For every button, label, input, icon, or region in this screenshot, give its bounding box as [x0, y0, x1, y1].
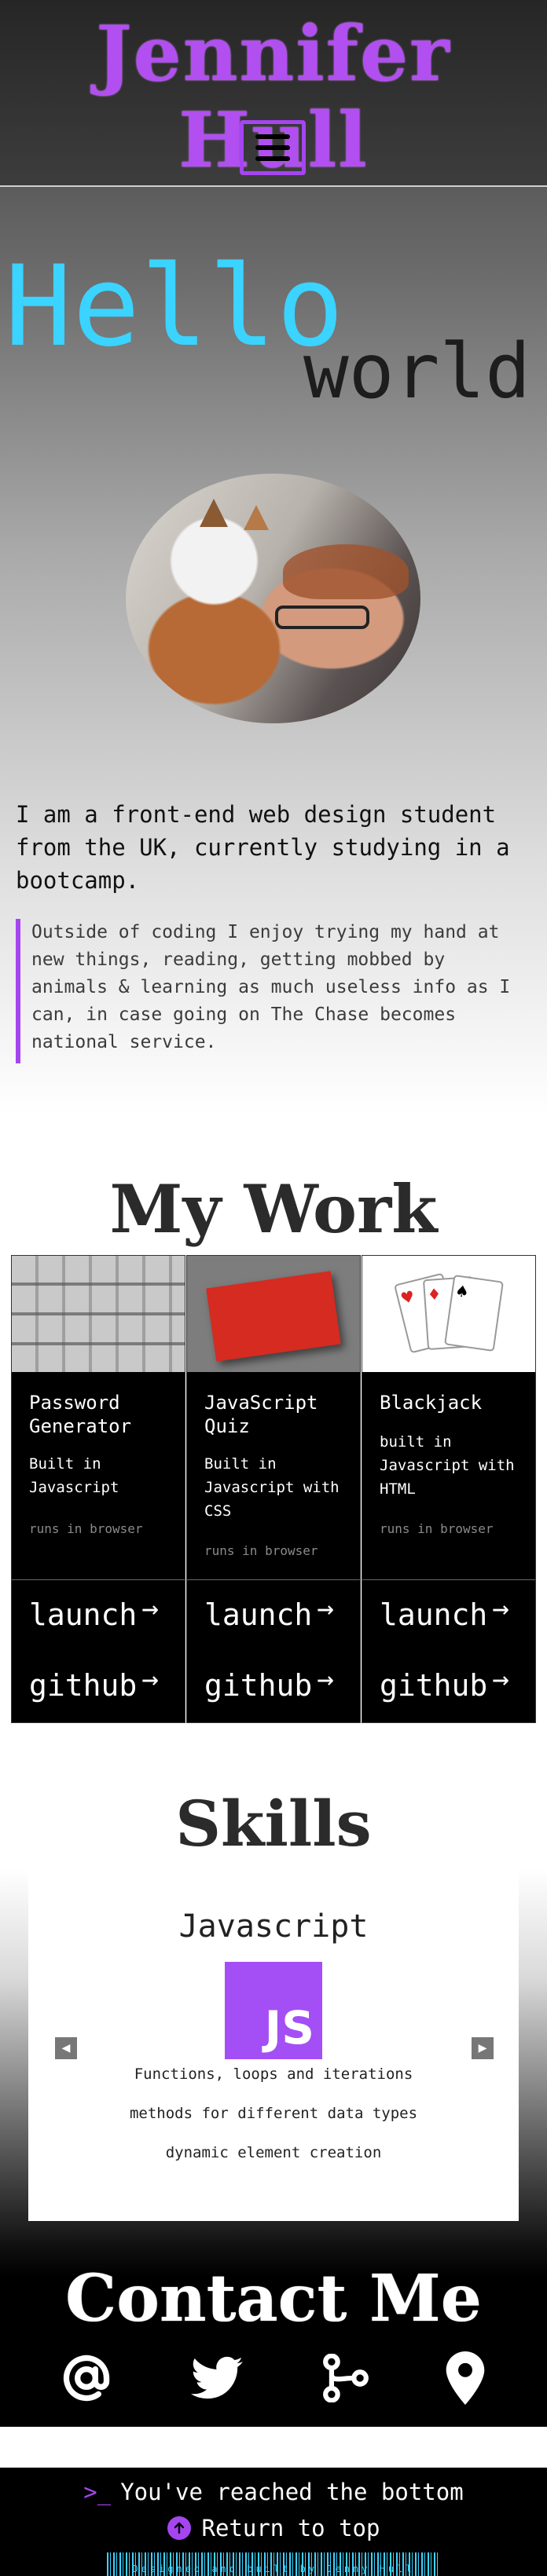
card-divider: [362, 1579, 535, 1580]
launch-link[interactable]: launch →: [204, 1593, 334, 1633]
card-divider: [12, 1579, 185, 1580]
chevron-right-icon[interactable]: ▶: [472, 2037, 494, 2059]
project-thumbnail: [187, 1256, 360, 1372]
footer-credit: Designed and built by Jenny Hull: [132, 2563, 415, 2574]
github-label: github: [204, 1668, 313, 1703]
hero-world: world: [303, 327, 530, 415]
github-label: github: [29, 1668, 138, 1703]
project-name: JavaScript Quiz: [204, 1392, 318, 1437]
intro-text: I am a front-end web design student from…: [16, 801, 510, 894]
launch-link[interactable]: launch →: [380, 1593, 509, 1633]
section-spacer: [0, 2427, 547, 2468]
project-runs: runs in browser: [29, 1521, 143, 1536]
project-name: Password Generator: [29, 1392, 132, 1437]
project-runs: runs in browser: [380, 1521, 494, 1536]
skill-line: methods for different data types: [129, 2105, 418, 2122]
arrow-right-icon: →: [317, 1593, 334, 1625]
skill-name: Javascript: [178, 1908, 369, 1945]
terminal-prompt-icon: >_: [83, 2479, 112, 2505]
arrow-right-icon: →: [317, 1663, 334, 1696]
launch-label: launch: [204, 1597, 313, 1632]
project-card: ♥ ♦ ♠ Blackjack built in Javascript with…: [362, 1255, 536, 1723]
project-thumbnail: [12, 1256, 185, 1372]
project-runs: runs in browser: [204, 1543, 318, 1558]
github-label: github: [380, 1668, 488, 1703]
github-link[interactable]: github →: [29, 1663, 159, 1703]
about-quote: Outside of coding I enjoy trying my hand…: [16, 919, 530, 1063]
hero-hello: Hello: [5, 242, 345, 371]
bottom-text: You've reached the bottom: [120, 2479, 464, 2505]
at-sign-icon[interactable]: [57, 2348, 116, 2408]
hamburger-menu-icon: [255, 134, 290, 161]
launch-label: launch: [29, 1597, 138, 1632]
arrow-up-circle-icon: [167, 2516, 191, 2540]
launch-link[interactable]: launch →: [29, 1593, 159, 1633]
contact-icons: [0, 2348, 547, 2419]
return-to-top-link[interactable]: Return to top: [0, 2515, 547, 2541]
arrow-right-icon: →: [141, 1593, 159, 1625]
arrow-right-icon: →: [492, 1593, 509, 1625]
github-link[interactable]: github →: [380, 1663, 509, 1703]
github-branch-icon[interactable]: [316, 2348, 376, 2408]
twitter-icon[interactable]: [187, 2348, 247, 2408]
github-link[interactable]: github →: [204, 1663, 334, 1703]
footer-bottom-text: >_ You've reached the bottom: [0, 2479, 547, 2505]
skill-line: Functions, loops and iterations: [134, 2066, 413, 2083]
header-divider: [0, 185, 547, 187]
project-desc: built in Javascript with HTML: [380, 1433, 515, 1498]
skills-carousel: Javascript JS ◀ ▶ Functions, loops and i…: [28, 1871, 519, 2221]
menu-button[interactable]: [240, 120, 306, 175]
project-card: Password Generator Built in Javascript r…: [11, 1255, 185, 1723]
logo-text: JS: [264, 2001, 314, 2055]
project-thumbnail: ♥ ♦ ♠: [362, 1256, 535, 1372]
contact-section-title: Contact Me: [65, 2261, 482, 2336]
project-card: JavaScript Quiz Built in Javascript with…: [186, 1255, 361, 1723]
project-desc: Built in Javascript with CSS: [204, 1455, 340, 1520]
return-to-top-label: Return to top: [201, 2515, 380, 2541]
javascript-logo-icon: JS: [225, 1962, 322, 2059]
arrow-right-icon: →: [492, 1663, 509, 1696]
work-section-title: My Work: [109, 1170, 438, 1248]
skills-section-title: Skills: [175, 1787, 372, 1861]
project-desc: Built in Javascript: [29, 1455, 119, 1496]
skill-line: dynamic element creation: [165, 2144, 382, 2161]
location-pin-icon[interactable]: [435, 2348, 495, 2408]
profile-photo: [126, 474, 420, 723]
project-name: Blackjack: [380, 1392, 483, 1414]
site-header: Jennifer Hull: [0, 0, 547, 187]
card-divider: [187, 1579, 360, 1580]
launch-label: launch: [380, 1597, 488, 1632]
arrow-right-icon: →: [141, 1663, 159, 1696]
site-footer: >_ You've reached the bottom Return to to…: [0, 2468, 547, 2576]
chevron-left-icon[interactable]: ◀: [55, 2037, 77, 2059]
